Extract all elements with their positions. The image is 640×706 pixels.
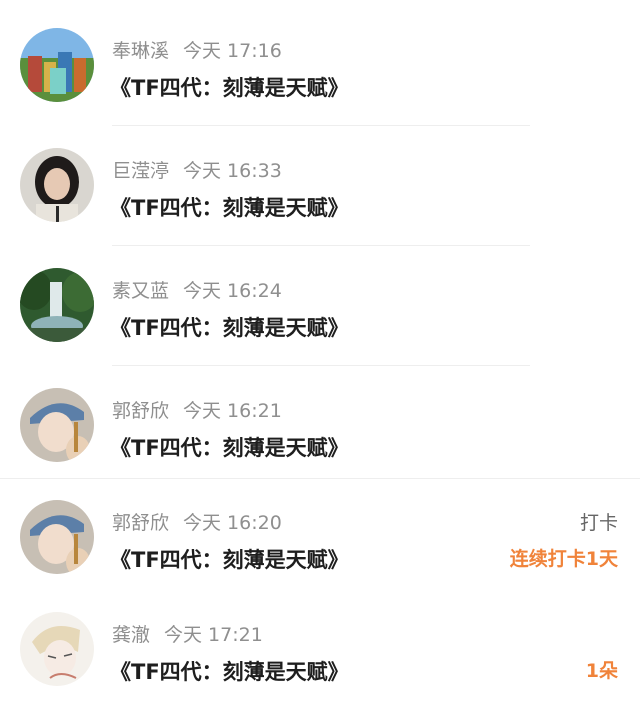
cap-portrait-avatar-icon	[20, 388, 94, 462]
girl-portrait-avatar-icon	[20, 148, 94, 222]
timestamp: 今天 17:21	[164, 624, 263, 646]
timestamp: 今天 16:21	[183, 400, 282, 422]
comment-meta: 素又蓝 今天 16:24	[112, 276, 282, 303]
avatar-cap-portrait[interactable]	[20, 388, 94, 462]
list-item[interactable]: 郭舒欣 今天 16:21 《TF四代：刻薄是天赋》	[0, 360, 640, 479]
waterfall-avatar-icon	[20, 268, 94, 342]
avatar-girl-portrait[interactable]	[20, 148, 94, 222]
username[interactable]: 郭舒欣	[112, 400, 169, 422]
timestamp: 今天 16:20	[183, 512, 282, 534]
list-item[interactable]: 巨滢渟 今天 16:33 《TF四代：刻薄是天赋》	[0, 120, 640, 246]
comment-feed: 奉琳溪 今天 17:16 《TF四代：刻薄是天赋》 巨滢渟 今天 16:33 《TF…	[0, 0, 640, 706]
username[interactable]: 奉琳溪	[112, 40, 169, 62]
comment-meta: 奉琳溪 今天 17:16	[112, 36, 282, 63]
cap-portrait-avatar-icon	[20, 500, 94, 574]
comment-text: 《TF四代：刻薄是天赋》	[110, 196, 349, 220]
sketch-portrait-avatar-icon	[20, 612, 94, 686]
comment-text: 《TF四代：刻薄是天赋》	[110, 660, 349, 684]
flower-count: 1朵	[585, 660, 618, 682]
avatar-waterfall[interactable]	[20, 268, 94, 342]
list-item[interactable]: 龚澈 今天 17:21 《TF四代：刻薄是天赋》 1朵	[0, 584, 640, 696]
avatar-cap-portrait[interactable]	[20, 500, 94, 574]
comment-text: 《TF四代：刻薄是天赋》	[110, 76, 349, 100]
username[interactable]: 素又蓝	[112, 280, 169, 302]
timestamp: 今天 17:16	[183, 40, 282, 62]
comment-meta: 郭舒欣 今天 16:20	[112, 508, 282, 535]
username[interactable]: 龚澈	[112, 624, 150, 646]
comment-text: 《TF四代：刻薄是天赋》	[110, 316, 349, 340]
comment-meta: 郭舒欣 今天 16:21	[112, 396, 282, 423]
checkin-label[interactable]: 打卡	[580, 508, 618, 535]
comment-meta: 龚澈 今天 17:21	[112, 620, 263, 647]
comment-meta: 巨滢渟 今天 16:33	[112, 156, 282, 183]
comment-text: 《TF四代：刻薄是天赋》	[110, 548, 349, 572]
list-item[interactable]: 郭舒欣 今天 16:20 《TF四代：刻薄是天赋》 打卡 连续打卡1天	[0, 472, 640, 584]
game-scene-avatar-icon	[20, 28, 94, 102]
list-item[interactable]: 奉琳溪 今天 17:16 《TF四代：刻薄是天赋》	[0, 0, 640, 126]
avatar-game-scene[interactable]	[20, 28, 94, 102]
checkin-streak: 连续打卡1天	[509, 548, 618, 570]
username[interactable]: 郭舒欣	[112, 512, 169, 534]
username[interactable]: 巨滢渟	[112, 160, 169, 182]
comment-text: 《TF四代：刻薄是天赋》	[110, 436, 349, 460]
timestamp: 今天 16:24	[183, 280, 282, 302]
list-item[interactable]: 素又蓝 今天 16:24 《TF四代：刻薄是天赋》	[0, 240, 640, 366]
avatar-sketch-portrait[interactable]	[20, 612, 94, 686]
timestamp: 今天 16:33	[183, 160, 282, 182]
